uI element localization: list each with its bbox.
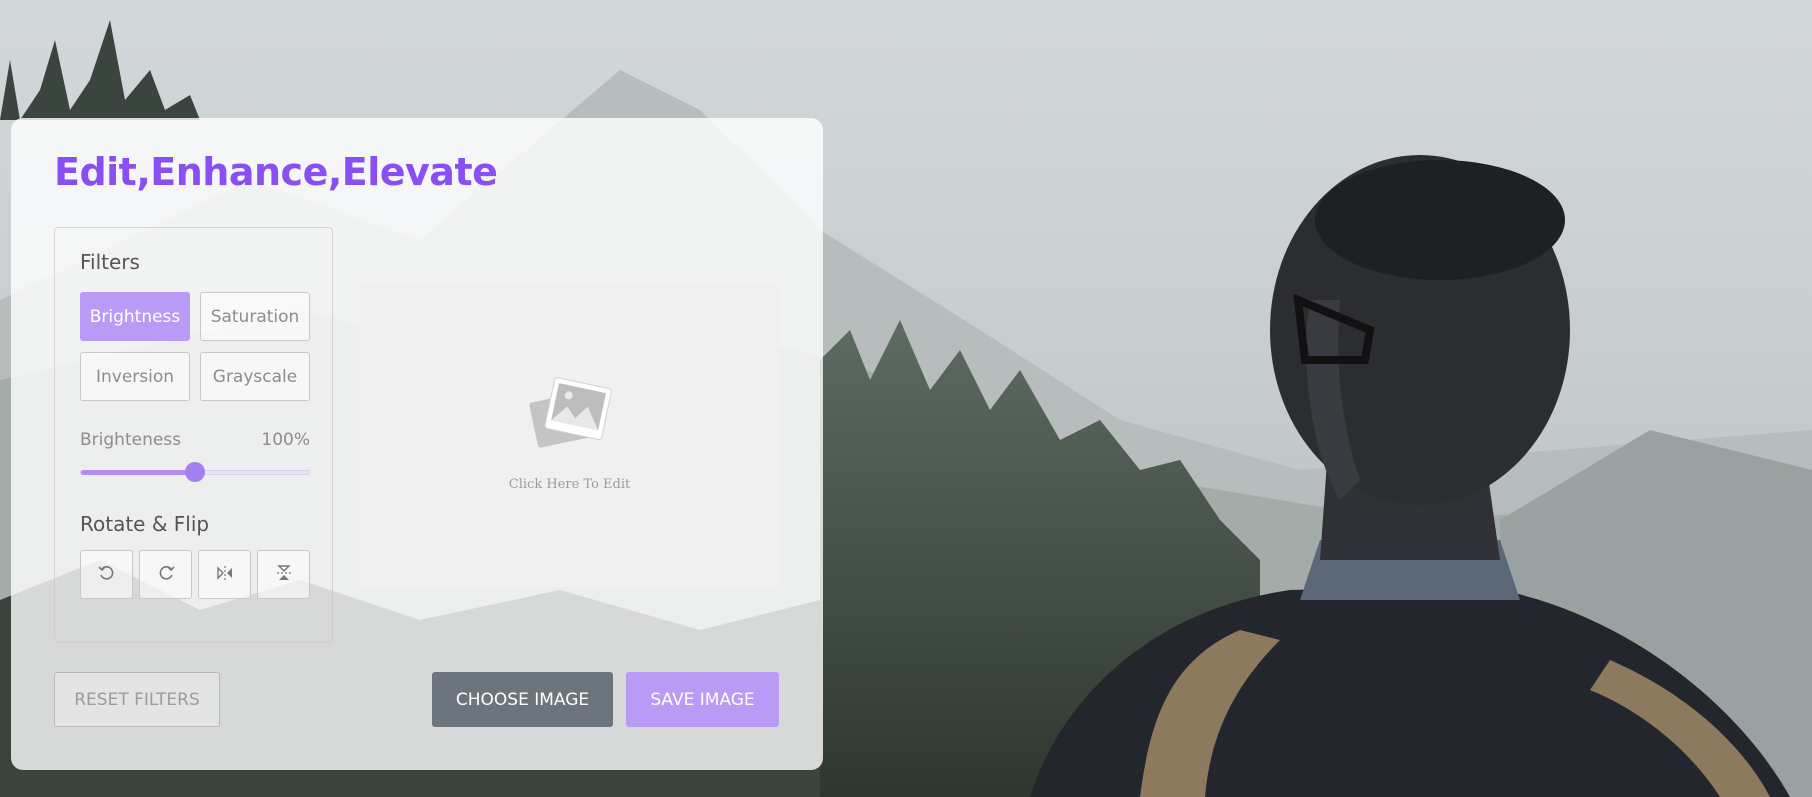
save-image-label: SAVE IMAGE bbox=[650, 689, 755, 710]
grayscale-filter-button[interactable]: Grayscale bbox=[200, 352, 310, 401]
slider-value: 100% bbox=[261, 430, 310, 450]
save-image-button[interactable]: SAVE IMAGE bbox=[626, 672, 779, 727]
image-preview[interactable]: Click Here To Edit bbox=[360, 284, 779, 587]
filter-button-label: Grayscale bbox=[212, 366, 298, 387]
filter-button-label: Saturation bbox=[210, 306, 300, 327]
flip-vertical-button[interactable] bbox=[257, 550, 310, 599]
slider-info: Brighteness 100% bbox=[80, 430, 310, 450]
flip-horizontal-button[interactable] bbox=[198, 550, 251, 599]
rotate-right-button[interactable] bbox=[139, 550, 192, 599]
choose-image-button[interactable]: CHOOSE IMAGE bbox=[432, 672, 613, 727]
slider-fill bbox=[81, 470, 195, 475]
flip-vertical-icon bbox=[274, 563, 294, 587]
filters-heading: Filters bbox=[80, 250, 140, 274]
image-placeholder-icon bbox=[525, 374, 615, 458]
rotate-left-button[interactable] bbox=[80, 550, 133, 599]
flip-horizontal-icon bbox=[215, 563, 235, 587]
app-title: Edit,Enhance,Elevate bbox=[54, 150, 498, 194]
slider-thumb[interactable] bbox=[185, 462, 205, 482]
preview-hint: Click Here To Edit bbox=[508, 477, 631, 492]
inversion-filter-button[interactable]: Inversion bbox=[80, 352, 190, 401]
rotate-right-icon bbox=[156, 563, 176, 587]
saturation-filter-button[interactable]: Saturation bbox=[200, 292, 310, 341]
rotate-flip-heading: Rotate & Flip bbox=[80, 512, 210, 536]
editor-card: Edit,Enhance,Elevate Filters Brightness … bbox=[11, 118, 823, 770]
reset-filters-button[interactable]: RESET FILTERS bbox=[54, 672, 220, 727]
brightness-slider[interactable] bbox=[80, 462, 310, 482]
rotate-left-icon bbox=[97, 563, 117, 587]
filter-button-label: Inversion bbox=[95, 366, 175, 387]
choose-image-label: CHOOSE IMAGE bbox=[455, 689, 590, 710]
brightness-filter-button[interactable]: Brightness bbox=[80, 292, 190, 341]
filter-button-label: Brightness bbox=[89, 306, 181, 327]
reset-filters-label: RESET FILTERS bbox=[74, 689, 200, 710]
controls-panel: Filters Brightness Saturation Inversion … bbox=[54, 227, 333, 643]
slider-name: Brighteness bbox=[80, 430, 182, 450]
